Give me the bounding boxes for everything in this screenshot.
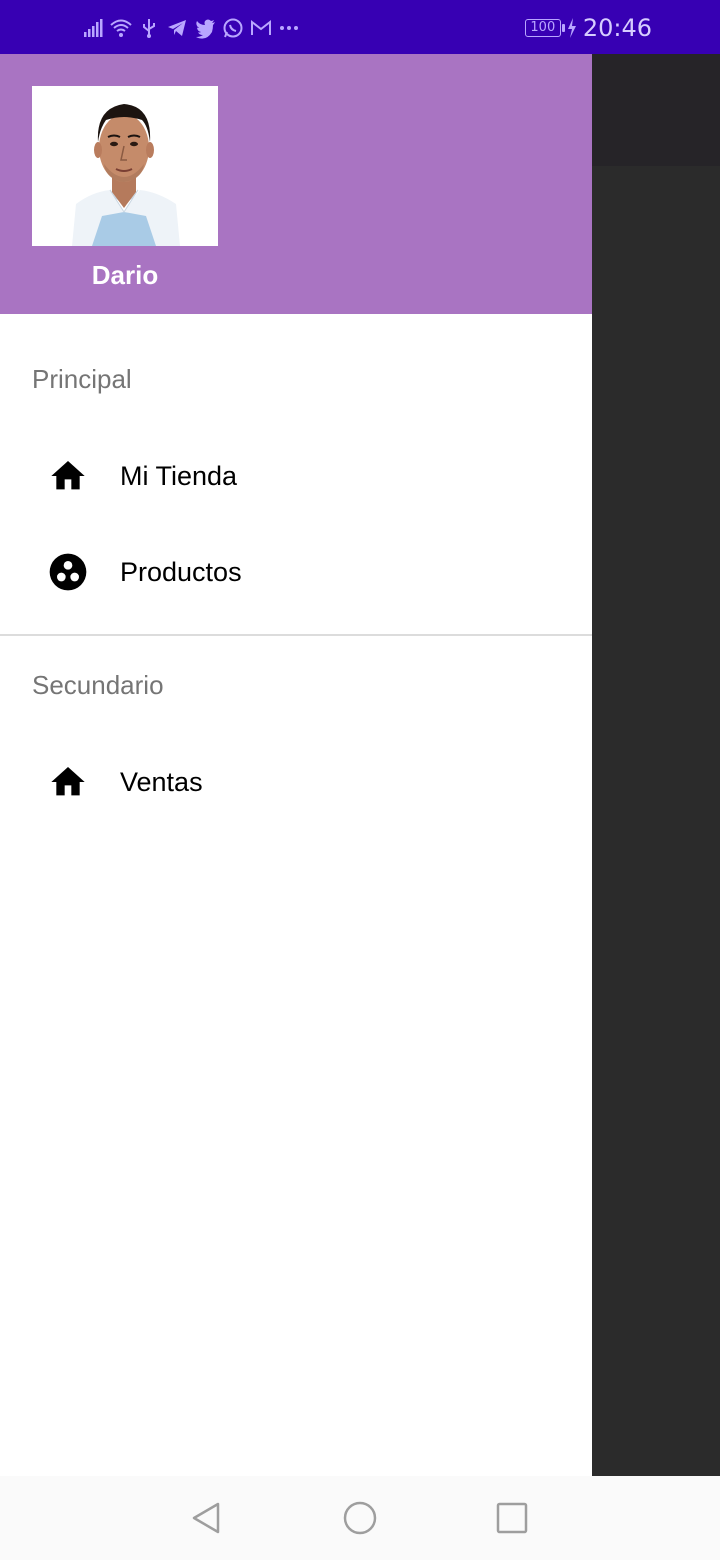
clock: 20:46 <box>582 14 652 42</box>
menu-item-productos[interactable]: Productos <box>0 524 592 620</box>
whatsapp-icon <box>223 18 243 38</box>
section-title-principal: Principal <box>32 364 132 394</box>
section-title-secundario: Secundario <box>32 670 164 700</box>
status-bar: 100 20:46 <box>0 0 720 54</box>
drawer-scrim[interactable] <box>592 166 720 1476</box>
home-icon <box>51 461 85 490</box>
user-name: Dario <box>91 260 159 290</box>
menu-item-label: Mi Tienda <box>120 460 238 491</box>
home-circle-icon[interactable] <box>340 1498 380 1538</box>
signal-icon <box>84 19 103 37</box>
background-toolbar <box>592 54 720 166</box>
system-nav-bar <box>0 1476 720 1560</box>
gmail-icon <box>251 19 271 35</box>
user-photo-icon <box>32 86 218 246</box>
wifi-icon <box>110 19 132 37</box>
avatar <box>32 86 218 246</box>
navigation-drawer: Dario Principal Mi Tienda Productos Secu… <box>0 54 592 1476</box>
menu-item-ventas[interactable]: Ventas <box>0 734 592 830</box>
telegram-icon <box>168 20 186 36</box>
twitter-icon <box>196 19 215 39</box>
status-right: 100 20:46 <box>524 14 652 42</box>
menu-item-mi-tienda[interactable]: Mi Tienda <box>0 428 592 524</box>
battery-indicator: 100 <box>524 19 565 37</box>
circle-dots-icon <box>49 553 87 591</box>
charging-bolt-icon <box>567 18 576 38</box>
more-dots-icon <box>280 26 298 30</box>
drawer-header: Dario <box>0 54 592 314</box>
menu-item-label: Ventas <box>120 766 203 797</box>
recents-square-icon[interactable] <box>492 1498 532 1538</box>
menu-item-label: Productos <box>120 556 242 587</box>
notification-icons <box>82 14 300 42</box>
back-icon[interactable] <box>186 1498 226 1538</box>
section-divider <box>0 634 592 636</box>
usb-icon <box>143 19 155 38</box>
home-icon <box>51 767 85 796</box>
